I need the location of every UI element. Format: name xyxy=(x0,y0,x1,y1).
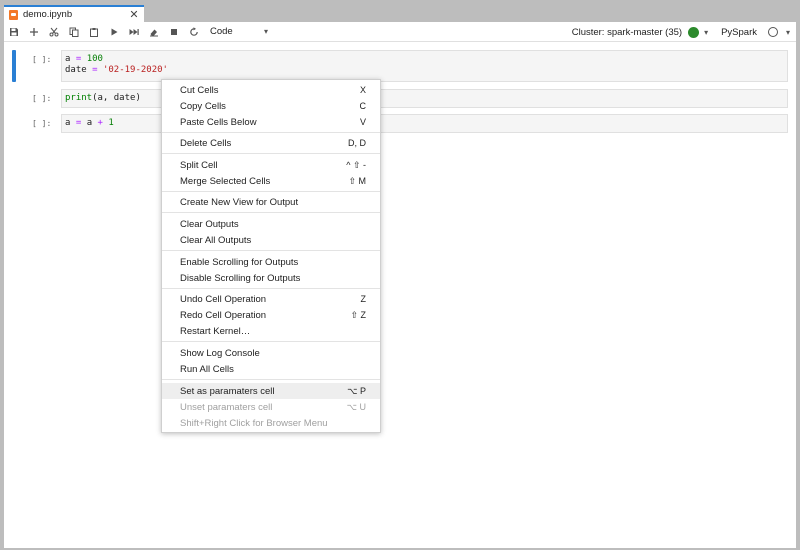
kernel-status-icon xyxy=(767,27,778,37)
menu-item-set-parameters-cell[interactable]: Set as paramaters cell ⌥ P xyxy=(162,383,380,399)
cell-editor[interactable]: a = 100 date = '02-19-2020' xyxy=(61,50,788,82)
menu-separator xyxy=(162,132,380,133)
run-all-icon[interactable] xyxy=(124,23,144,41)
menu-separator xyxy=(162,212,380,213)
cell-prompt: [ ]: xyxy=(32,94,52,103)
active-cell-indicator xyxy=(12,50,16,82)
menu-item-delete-cells[interactable]: Delete Cells D, D xyxy=(162,135,380,151)
menu-item-browser-menu-hint: Shift+Right Click for Browser Menu xyxy=(180,417,328,429)
cell-prompt: [ ]: xyxy=(32,119,52,128)
paste-icon[interactable] xyxy=(84,23,104,41)
run-icon[interactable] xyxy=(104,23,124,41)
menu-separator xyxy=(162,153,380,154)
menu-item-cut-cells[interactable]: Cut Cells X xyxy=(162,82,380,98)
tab-demo-notebook[interactable]: demo.ipynb ✕ xyxy=(4,5,144,22)
context-menu: Cut Cells X Copy Cells C Paste Cells Below… xyxy=(161,79,381,433)
menu-item-run-all-cells[interactable]: Run All Cells xyxy=(162,361,380,377)
menu-item-unset-parameters-cell[interactable]: Unset paramaters cell ⌥ U xyxy=(162,399,380,415)
notebook-panel: Code ▾ Cluster: spark-master (35) ▾ PySp… xyxy=(4,22,796,548)
restart-icon[interactable] xyxy=(184,23,204,41)
notebook-toolbar: Code ▾ Cluster: spark-master (35) ▾ PySp… xyxy=(4,22,796,42)
menu-separator xyxy=(162,250,380,251)
tab-bar: demo.ipynb ✕ xyxy=(0,0,800,22)
code-cell[interactable]: [ ]: print(a, date) xyxy=(4,89,796,108)
cell-type-dropdown[interactable]: Code ▾ xyxy=(210,24,268,40)
menu-item-restart-kernel[interactable]: Restart Kernel… xyxy=(162,323,380,339)
cluster-status-icon xyxy=(688,26,700,38)
notebook-icon xyxy=(9,9,18,20)
menu-item-undo-cell-operation[interactable]: Undo Cell Operation Z xyxy=(162,291,380,307)
copy-icon[interactable] xyxy=(64,23,84,41)
menu-item-clear-outputs[interactable]: Clear Outputs xyxy=(162,216,380,232)
cluster-label[interactable]: Cluster: spark-master (35) xyxy=(572,27,682,38)
add-cell-icon[interactable] xyxy=(24,23,44,41)
cut-icon[interactable] xyxy=(44,23,64,41)
chevron-down-icon: ▾ xyxy=(263,27,268,36)
menu-separator xyxy=(162,379,380,380)
menu-item-copy-cells[interactable]: Copy Cells C xyxy=(162,98,380,114)
menu-item-redo-cell-operation[interactable]: Redo Cell Operation ⇧ Z xyxy=(162,307,380,323)
chevron-down-icon[interactable]: ▾ xyxy=(786,28,790,37)
menu-item-merge-selected-cells[interactable]: Merge Selected Cells ⇧ M xyxy=(162,173,380,189)
menu-item-split-cell[interactable]: Split Cell ^ ⇧ - xyxy=(162,157,380,173)
menu-separator xyxy=(162,341,380,342)
kernel-name[interactable]: PySpark xyxy=(721,27,757,38)
menu-item-clear-all-outputs[interactable]: Clear All Outputs xyxy=(162,232,380,248)
menu-separator xyxy=(162,288,380,289)
menu-item-paste-cells-below[interactable]: Paste Cells Below V xyxy=(162,114,380,130)
tab-label: demo.ipynb xyxy=(23,9,73,20)
cell-prompt: [ ]: xyxy=(32,55,52,64)
stop-icon[interactable] xyxy=(164,23,184,41)
close-icon[interactable]: ✕ xyxy=(127,8,141,21)
code-cell[interactable]: [ ]: a = 100 date = '02-19-2020' xyxy=(4,50,796,82)
save-icon[interactable] xyxy=(4,23,24,41)
menu-item-create-new-view[interactable]: Create New View for Output xyxy=(162,194,380,210)
clear-icon[interactable] xyxy=(144,23,164,41)
code-cell[interactable]: [ ]: a = a + 1 xyxy=(4,114,796,133)
cell-type-value: Code xyxy=(210,26,233,37)
menu-item-disable-scrolling[interactable]: Disable Scrolling for Outputs xyxy=(162,270,380,286)
toolbar-right: Cluster: spark-master (35) ▾ PySpark ▾ xyxy=(572,22,796,42)
menu-item-show-log-console[interactable]: Show Log Console xyxy=(162,345,380,361)
chevron-down-icon[interactable]: ▾ xyxy=(704,28,708,37)
menu-item-enable-scrolling[interactable]: Enable Scrolling for Outputs xyxy=(162,254,380,270)
menu-separator xyxy=(162,191,380,192)
